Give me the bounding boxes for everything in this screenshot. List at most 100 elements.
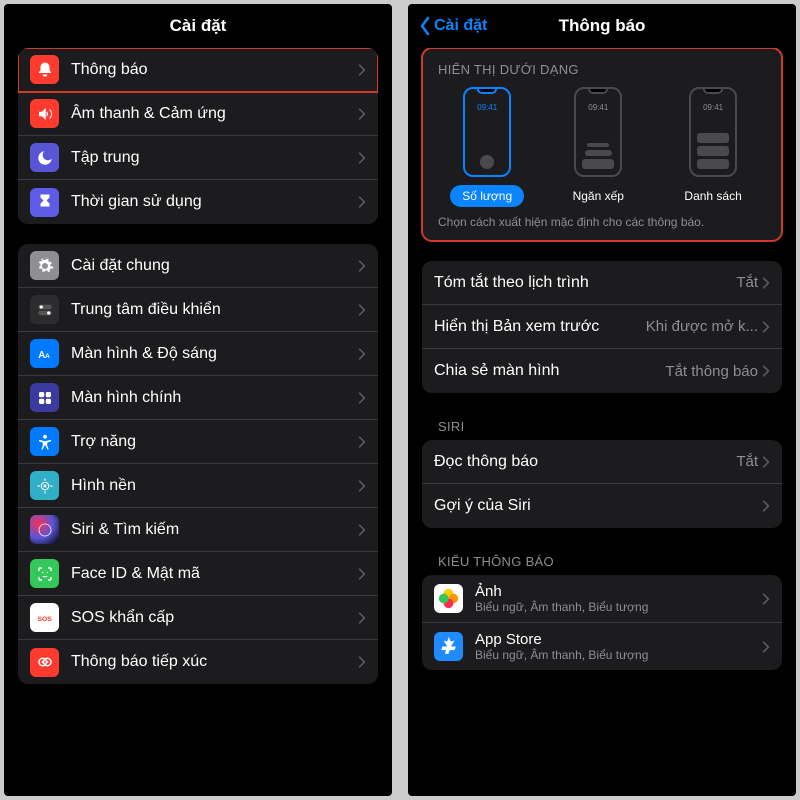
- chevron-right-icon: [358, 107, 366, 121]
- app-text: App Store Biểu ngữ, Âm thanh, Biểu tượng: [475, 631, 762, 662]
- app-row-photos[interactable]: Ảnh Biểu ngữ, Âm thanh, Biểu tượng: [422, 575, 782, 623]
- header: Cài đặt: [4, 4, 392, 48]
- chevron-right-icon: [358, 567, 366, 581]
- chevron-right-icon: [358, 655, 366, 669]
- notif-settings-group: Tóm tắt theo lịch trình Tắt Hiển thị Bản…: [422, 261, 782, 393]
- homeapps-icon: [30, 383, 59, 412]
- chevron-right-icon: [762, 320, 770, 334]
- settings-row-switches[interactable]: Trung tâm điều khiển: [18, 288, 378, 332]
- settings-row-exposure[interactable]: Thông báo tiếp xúc: [18, 640, 378, 684]
- row-label: Face ID & Mật mã: [71, 565, 358, 583]
- row-label: Siri & Tìm kiếm: [71, 521, 358, 539]
- row-value: Tắt thông báo: [665, 363, 758, 380]
- style-section-title: KIỂU THÔNG BÁO: [422, 548, 782, 575]
- chevron-right-icon: [358, 195, 366, 209]
- aa-icon: AA: [30, 339, 59, 368]
- option-label: Danh sách: [672, 185, 753, 207]
- appstore-icon: [434, 632, 463, 661]
- settings-group-2: Cài đặt chung Trung tâm điều khiển AA Mà…: [18, 244, 378, 684]
- photos-icon: [434, 584, 463, 613]
- settings-row-moon[interactable]: Tập trung: [18, 136, 378, 180]
- row-label: Thông báo: [71, 61, 358, 79]
- chevron-right-icon: [762, 499, 770, 513]
- setting-row[interactable]: Tóm tắt theo lịch trình Tắt: [422, 261, 782, 305]
- row-label: Thông báo tiếp xúc: [71, 653, 358, 671]
- display-option-list[interactable]: 09:41 Danh sách: [672, 87, 753, 207]
- row-label: Tóm tắt theo lịch trình: [434, 274, 736, 292]
- row-label: Màn hình chính: [71, 389, 358, 407]
- app-name: App Store: [475, 631, 762, 648]
- exposure-icon: [30, 648, 59, 677]
- settings-row-faceid[interactable]: Face ID & Mật mã: [18, 552, 378, 596]
- settings-row-accessibility[interactable]: Trợ năng: [18, 420, 378, 464]
- settings-row-homeapps[interactable]: Màn hình chính: [18, 376, 378, 420]
- option-label: Ngăn xếp: [561, 185, 636, 207]
- preview-time: 09:41: [588, 103, 608, 112]
- display-as-footer: Chọn cách xuất hiện mặc định cho các thô…: [432, 215, 772, 229]
- row-label: Trợ năng: [71, 433, 358, 451]
- sound-icon: [30, 99, 59, 128]
- display-as-title: HIỂN THỊ DƯỚI DẠNG: [432, 62, 772, 87]
- option-label: Số lượng: [450, 185, 524, 207]
- chevron-right-icon: [358, 303, 366, 317]
- app-name: Ảnh: [475, 583, 762, 600]
- header: Cài đặt Thông báo: [408, 4, 796, 48]
- display-option-stack[interactable]: 09:41 Ngăn xếp: [561, 87, 636, 207]
- preview-time: 09:41: [477, 103, 497, 112]
- back-button[interactable]: Cài đặt: [418, 16, 487, 36]
- setting-row[interactable]: Hiển thị Bản xem trước Khi được mở k...: [422, 305, 782, 349]
- notifications-content: HIỂN THỊ DƯỚI DẠNG 09:41 Số lượng 09:41 …: [408, 48, 796, 796]
- back-label: Cài đặt: [434, 17, 487, 35]
- display-as-section: HIỂN THỊ DƯỚI DẠNG 09:41 Số lượng 09:41 …: [422, 48, 782, 241]
- row-value: Tắt: [736, 453, 758, 470]
- page-title: Cài đặt: [170, 16, 227, 36]
- chevron-right-icon: [358, 63, 366, 77]
- accessibility-icon: [30, 427, 59, 456]
- row-label: Chia sẻ màn hình: [434, 362, 665, 380]
- svg-text:A: A: [38, 349, 45, 360]
- phone-preview-icon: 09:41: [463, 87, 511, 177]
- settings-row-wallpaper[interactable]: Hình nền: [18, 464, 378, 508]
- app-text: Ảnh Biểu ngữ, Âm thanh, Biểu tượng: [475, 583, 762, 614]
- setting-row[interactable]: Gợi ý của Siri: [422, 484, 782, 528]
- settings-row-bell[interactable]: Thông báo: [18, 48, 378, 92]
- chevron-right-icon: [762, 364, 770, 378]
- chevron-right-icon: [358, 611, 366, 625]
- settings-row-siri[interactable]: Siri & Tìm kiếm: [18, 508, 378, 552]
- row-label: Âm thanh & Cảm ứng: [71, 105, 358, 123]
- hourglass-icon: [30, 188, 59, 217]
- row-label: SOS khẩn cấp: [71, 609, 358, 627]
- faceid-icon: [30, 559, 59, 588]
- phone-preview-icon: 09:41: [574, 87, 622, 177]
- siri-group: Đọc thông báo Tắt Gợi ý của Siri: [422, 440, 782, 528]
- chevron-right-icon: [358, 391, 366, 405]
- chevron-left-icon: [418, 16, 432, 36]
- app-sub: Biểu ngữ, Âm thanh, Biểu tượng: [475, 600, 762, 614]
- row-label: Đọc thông báo: [434, 453, 736, 471]
- preview-time: 09:41: [703, 103, 723, 112]
- settings-row-sound[interactable]: Âm thanh & Cảm ứng: [18, 92, 378, 136]
- row-label: Trung tâm điều khiển: [71, 301, 358, 319]
- row-label: Hình nền: [71, 477, 358, 495]
- setting-row[interactable]: Đọc thông báo Tắt: [422, 440, 782, 484]
- chevron-right-icon: [358, 479, 366, 493]
- chevron-right-icon: [358, 347, 366, 361]
- switches-icon: [30, 295, 59, 324]
- row-label: Cài đặt chung: [71, 257, 358, 275]
- setting-row[interactable]: Chia sẻ màn hình Tắt thông báo: [422, 349, 782, 393]
- chevron-right-icon: [762, 640, 770, 654]
- phone-preview-icon: 09:41: [689, 87, 737, 177]
- row-label: Tập trung: [71, 149, 358, 167]
- settings-row-hourglass[interactable]: Thời gian sử dụng: [18, 180, 378, 224]
- row-label: Thời gian sử dụng: [71, 193, 358, 211]
- settings-row-aa[interactable]: AA Màn hình & Độ sáng: [18, 332, 378, 376]
- display-option-count[interactable]: 09:41 Số lượng: [450, 87, 524, 207]
- display-options: 09:41 Số lượng 09:41 Ngăn xếp 09:41 Danh…: [432, 87, 772, 207]
- wallpaper-icon: [30, 471, 59, 500]
- app-row-appstore[interactable]: App Store Biểu ngữ, Âm thanh, Biểu tượng: [422, 623, 782, 670]
- settings-row-gear[interactable]: Cài đặt chung: [18, 244, 378, 288]
- settings-row-sos[interactable]: SOS SOS khẩn cấp: [18, 596, 378, 640]
- svg-text:SOS: SOS: [37, 616, 52, 623]
- settings-group-1: Thông báo Âm thanh & Cảm ứng Tập trung T…: [18, 48, 378, 224]
- chevron-right-icon: [358, 523, 366, 537]
